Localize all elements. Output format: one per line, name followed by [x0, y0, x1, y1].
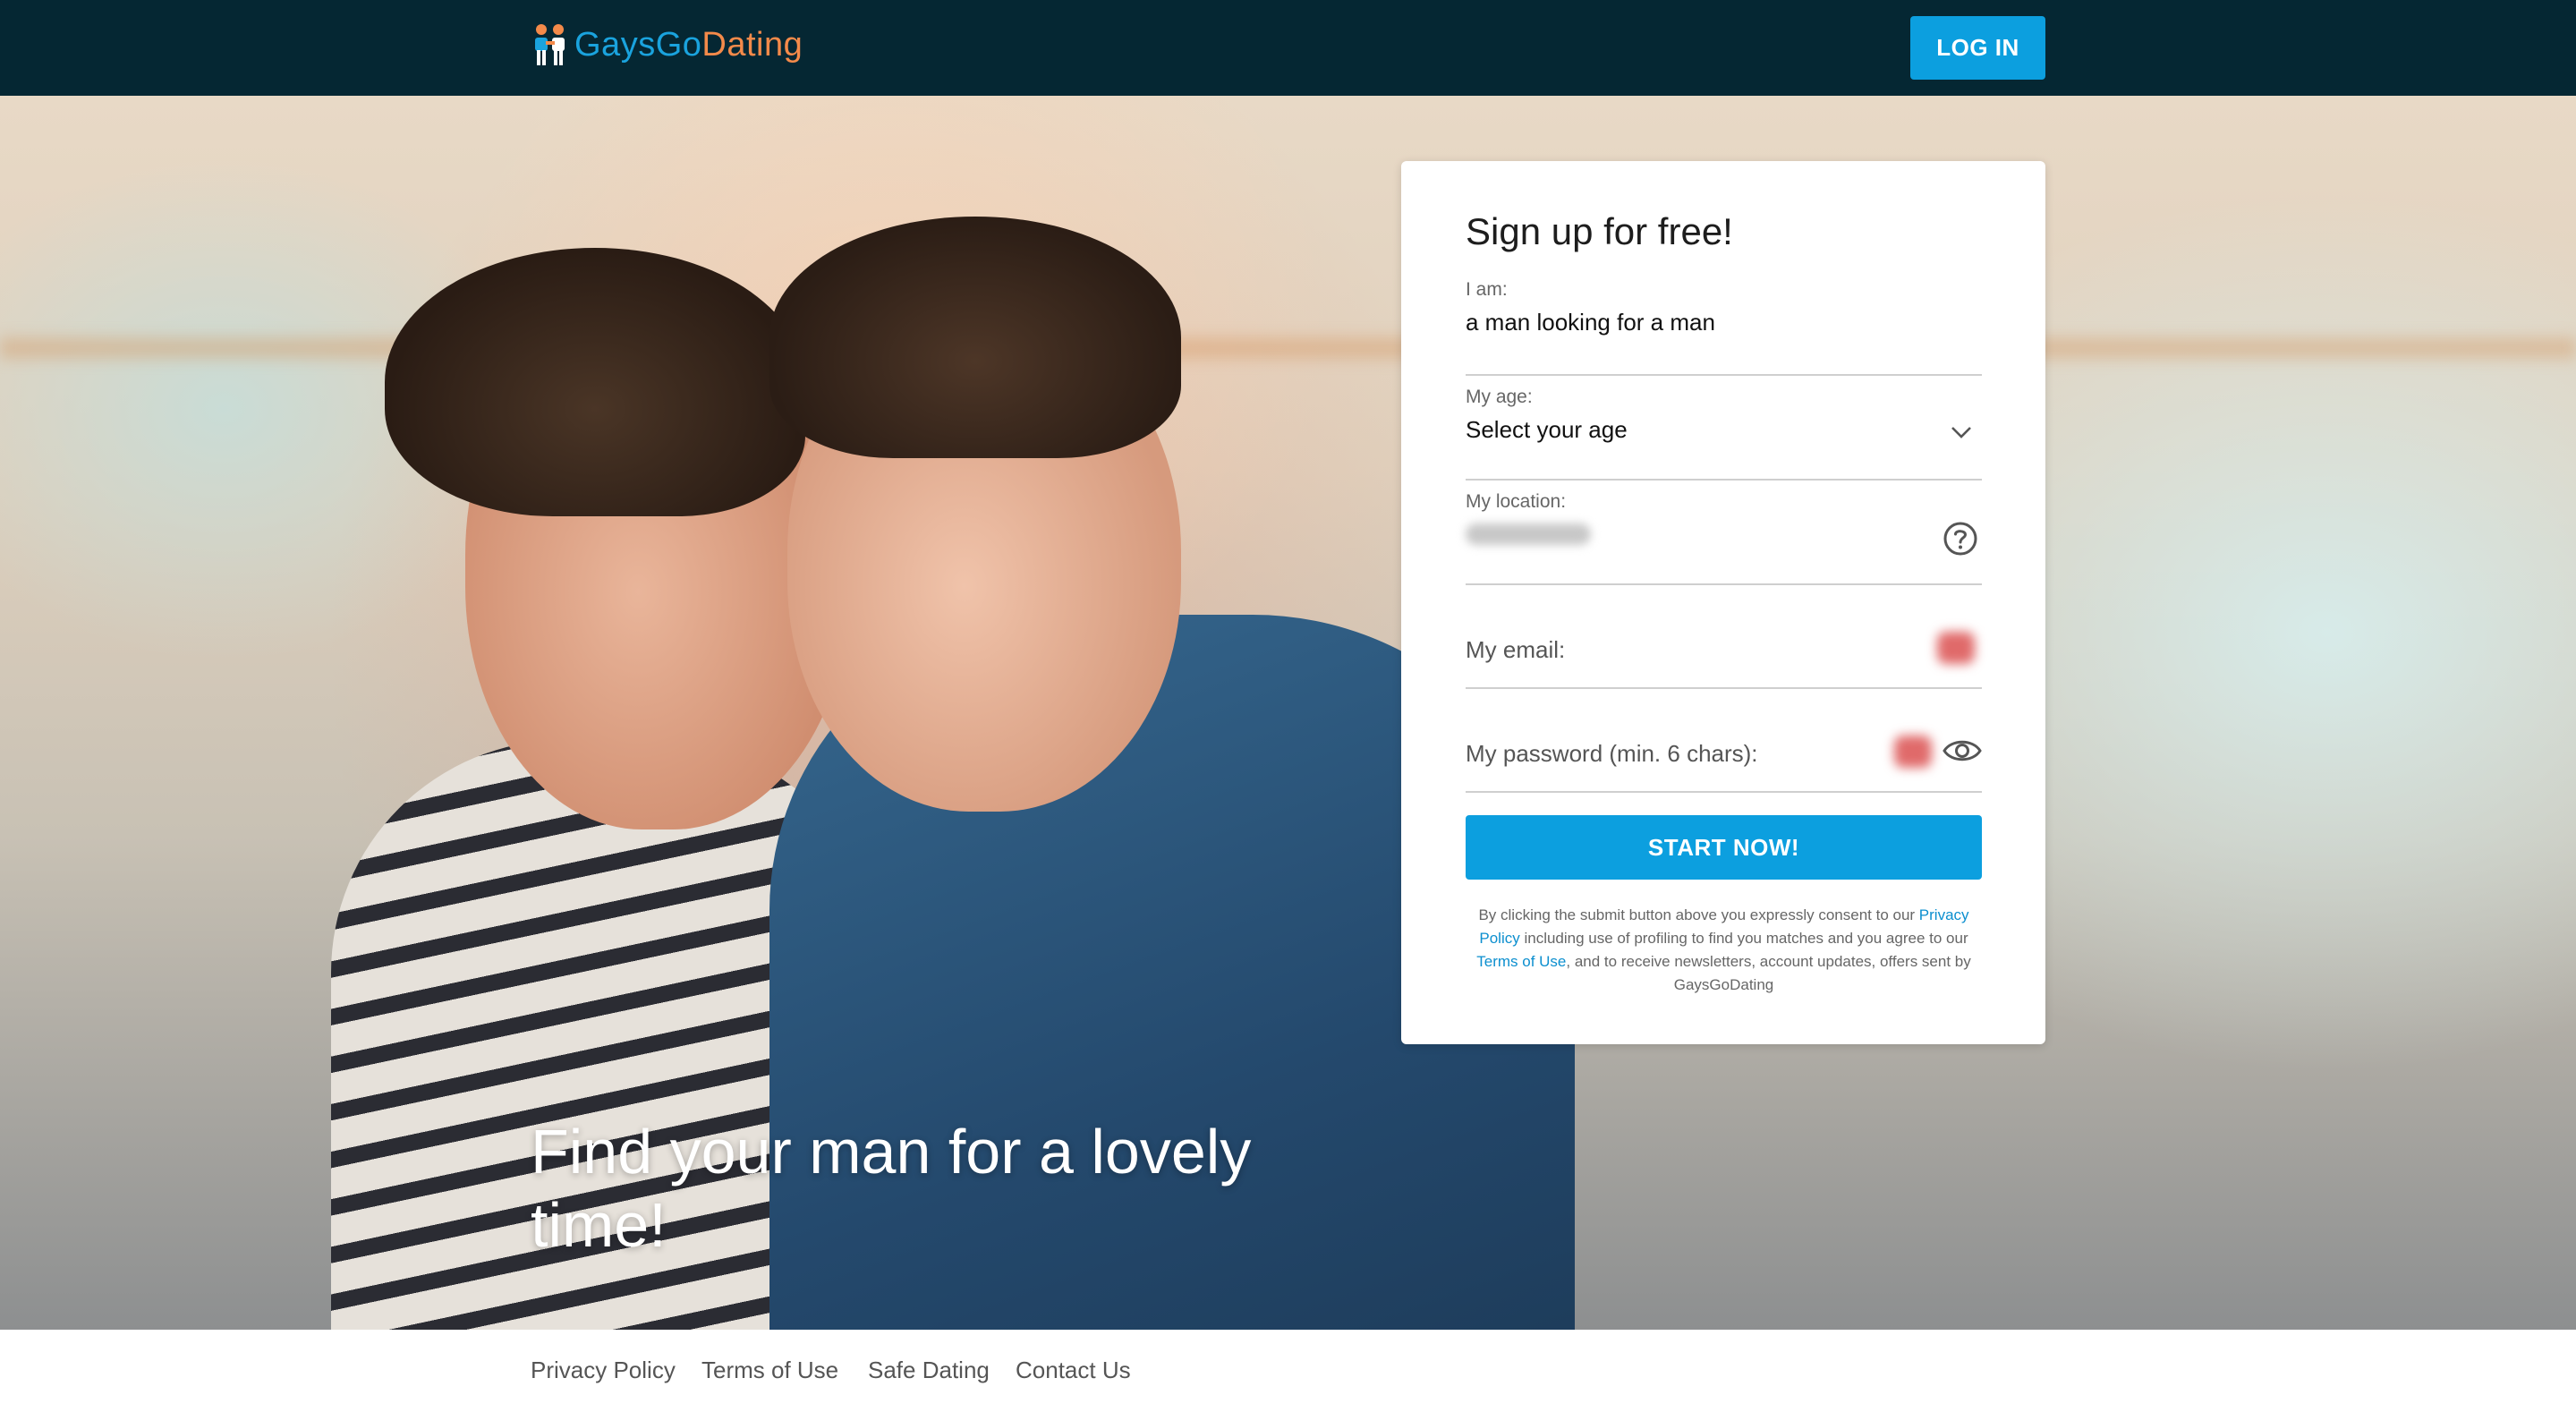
- logo-text-gays: Gays: [574, 25, 656, 64]
- site-logo[interactable]: GaysGoDating: [530, 20, 803, 70]
- hero-section: Find your man for a lovely time!: [0, 96, 2576, 1330]
- hero-photo-person-right-hair: [769, 217, 1181, 458]
- age-value: Select your age: [1466, 416, 1628, 443]
- password-field[interactable]: My password (min. 6 chars):: [1466, 689, 1982, 793]
- footer-link-terms-of-use[interactable]: Terms of Use: [701, 1357, 838, 1384]
- email-autofill-indicator: [1937, 632, 1975, 664]
- logo-text: GaysGoDating: [574, 26, 803, 64]
- logo-couple-icon: [535, 24, 565, 65]
- site-header: GaysGoDating LOG IN: [0, 0, 2576, 96]
- logo-text-go: Go: [655, 25, 702, 64]
- site-footer: Privacy Policy Terms of Use Safe Dating …: [0, 1330, 2576, 1412]
- footer-link-privacy-policy[interactable]: Privacy Policy: [531, 1357, 676, 1384]
- start-now-button[interactable]: START NOW!: [1466, 815, 1982, 880]
- chevron-down-icon: [1951, 427, 1971, 438]
- consent-text-part2: including use of profiling to find you m…: [1519, 930, 1968, 947]
- footer-link-contact-us[interactable]: Contact Us: [1016, 1357, 1131, 1384]
- age-label: My age:: [1466, 387, 1533, 407]
- login-button[interactable]: LOG IN: [1910, 16, 2045, 80]
- location-label: My location:: [1466, 491, 1567, 512]
- iam-label: I am:: [1466, 279, 1508, 300]
- iam-field[interactable]: I am: a man looking for a man: [1466, 268, 1982, 376]
- help-circle-icon[interactable]: [1943, 521, 1978, 557]
- email-field[interactable]: My email:: [1466, 585, 1982, 689]
- iam-value: a man looking for a man: [1466, 309, 1715, 336]
- consent-text-part1: By clicking the submit button above you …: [1478, 906, 1919, 923]
- location-value-redacted: [1466, 523, 1591, 545]
- eye-icon[interactable]: [1943, 736, 1982, 766]
- signup-title: Sign up for free!: [1466, 210, 1733, 252]
- logo-text-dating: Dating: [701, 25, 803, 64]
- footer-link-safe-dating[interactable]: Safe Dating: [868, 1357, 990, 1384]
- age-select[interactable]: My age: Select your age: [1466, 376, 1982, 481]
- email-placeholder: My email:: [1466, 636, 1566, 663]
- location-field[interactable]: My location:: [1466, 481, 1982, 585]
- hero-headline: Find your man for a lovely time!: [531, 1117, 1252, 1260]
- terms-of-use-link[interactable]: Terms of Use: [1476, 953, 1566, 970]
- consent-text: By clicking the submit button above you …: [1466, 904, 1982, 997]
- password-placeholder: My password (min. 6 chars):: [1466, 740, 1758, 767]
- hero-background-shelf: [0, 337, 2576, 359]
- signup-card: Sign up for free! I am: a man looking fo…: [1401, 161, 2045, 1044]
- password-autofill-indicator: [1894, 736, 1932, 768]
- consent-text-part3: , and to receive newsletters, account up…: [1566, 953, 1971, 993]
- hero-photo-person-left-hair: [385, 248, 805, 516]
